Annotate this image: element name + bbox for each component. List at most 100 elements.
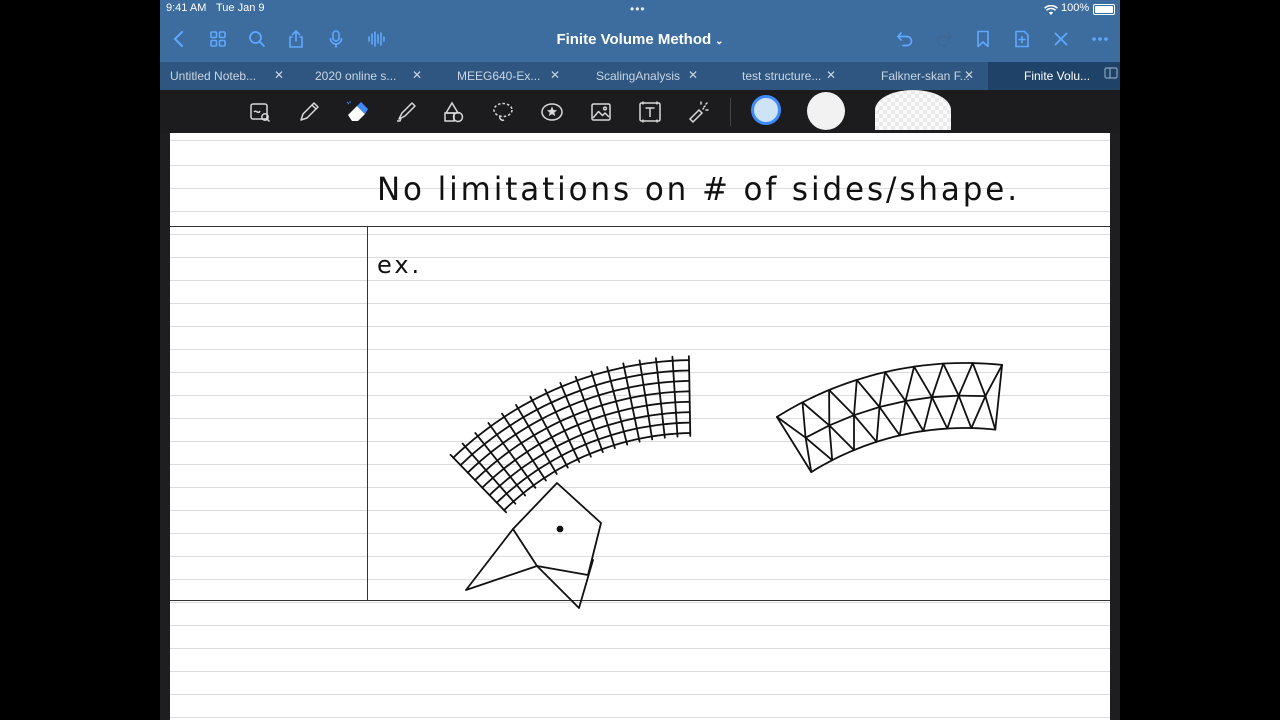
tab-test-structure[interactable]: test structure... ✕ <box>712 62 850 90</box>
microphone-icon[interactable] <box>325 28 347 50</box>
mesh-triangle-edge <box>878 406 901 437</box>
ipad-screen: 9:41 AM Tue Jan 9 ••• 100% Finite Volume… <box>160 0 1120 720</box>
tab-bar: Untitled Noteb... ✕ 2020 online s... ✕ M… <box>160 62 1120 90</box>
tab-label: Falkner-skan F... <box>881 69 970 83</box>
battery-icon <box>1093 4 1115 15</box>
mesh-triangle-edge <box>853 378 858 417</box>
mesh-triangle-edge <box>801 401 831 427</box>
mesh-triangle-edge <box>957 362 974 397</box>
mesh-triangle-edge <box>904 365 915 402</box>
tab-close-icon[interactable]: ✕ <box>550 68 560 82</box>
tab-label: test structure... <box>742 69 822 83</box>
mesh-triangle-edge <box>957 394 987 398</box>
more-icon[interactable] <box>1089 28 1111 50</box>
mesh-triangle-edge <box>931 396 949 430</box>
mesh-triangle-edge <box>898 400 907 437</box>
mesh-triangle-edge <box>828 424 834 462</box>
mesh-triangle-edge <box>904 396 933 402</box>
structured-quad-mesh-sketch <box>449 355 692 514</box>
image-icon[interactable] <box>588 99 614 125</box>
example-label: ex. <box>377 251 422 279</box>
tab-close-icon[interactable]: ✕ <box>412 68 422 82</box>
bookmark-icon[interactable] <box>972 28 994 50</box>
mesh-triangle-edge <box>957 394 973 430</box>
highlighter-icon[interactable] <box>393 99 419 125</box>
mesh-triangle-edge <box>971 362 987 398</box>
color-swatch-selected[interactable] <box>754 98 778 122</box>
tab-scaling-analysis[interactable]: ScalingAnalysis ✕ <box>574 62 712 90</box>
undo-icon[interactable] <box>894 28 916 50</box>
mesh-triangle-edge <box>904 400 925 432</box>
mesh-triangle-edge <box>853 406 881 417</box>
chevron-down-icon: ⌄ <box>715 36 724 47</box>
multitasking-dots[interactable]: ••• <box>630 2 646 16</box>
text-icon[interactable] <box>637 99 663 125</box>
document-title-text: Finite Volume Method <box>556 31 712 48</box>
mesh-triangle-edge <box>931 362 945 399</box>
redo-icon[interactable] <box>933 28 955 50</box>
mesh-grid-radial <box>688 355 692 437</box>
zoom-window-icon[interactable] <box>247 99 273 125</box>
tab-split-view-icon[interactable] <box>1104 67 1118 82</box>
add-page-icon[interactable] <box>1011 28 1033 50</box>
tab-untitled-notebook[interactable]: Untitled Noteb... ✕ <box>160 62 298 90</box>
search-icon[interactable] <box>246 28 268 50</box>
document-title[interactable]: Finite Volume Method ⌄ <box>540 31 740 48</box>
mesh-triangle-edge <box>855 378 881 408</box>
back-icon[interactable] <box>168 28 190 50</box>
mesh-triangle-edge <box>984 395 997 431</box>
polygon-cell-sketch <box>465 482 602 609</box>
heading-handwriting: No limitations on # of sides/shape. <box>377 170 1020 208</box>
audio-waveform-icon[interactable] <box>365 28 387 50</box>
laser-pointer-icon[interactable] <box>686 99 712 125</box>
mesh-triangle-edge <box>878 371 886 408</box>
mesh-triangle-edge <box>801 401 807 439</box>
sticker-icon[interactable] <box>539 99 565 125</box>
mesh-triangle-edge <box>884 371 907 402</box>
tab-close-icon[interactable]: ✕ <box>826 68 836 82</box>
mesh-triangle-edge <box>931 394 960 399</box>
share-icon[interactable] <box>285 28 307 50</box>
battery-percent: 100% <box>1061 2 1090 14</box>
tab-2020-online[interactable]: 2020 online s... ✕ <box>298 62 436 90</box>
close-icon[interactable] <box>1050 28 1072 50</box>
wifi-icon <box>1044 3 1058 21</box>
mesh-triangle-edge <box>878 400 907 408</box>
mesh-triangle-edge <box>942 362 960 397</box>
mesh-triangle-edge <box>970 395 987 430</box>
mesh-grid-radial <box>501 412 547 482</box>
mesh-triangle-edge <box>828 414 855 427</box>
pen-icon[interactable] <box>296 99 322 125</box>
handwritten-drawing: No limitations on # of sides/shape. ex. <box>377 170 1020 609</box>
drawing-toolbar <box>160 90 1120 133</box>
toolbar-divider <box>730 98 731 126</box>
mesh-triangle-edge <box>828 389 855 417</box>
mesh-triangle-edge <box>913 365 933 399</box>
status-time: 9:41 AM <box>166 2 207 14</box>
tab-label: ScalingAnalysis <box>596 69 681 83</box>
mesh-triangle-edge <box>946 394 960 430</box>
status-date: Tue Jan 9 <box>216 2 265 14</box>
stroke-width-swatch[interactable] <box>875 90 951 130</box>
tab-label: 2020 online s... <box>315 69 397 83</box>
tab-finite-volume[interactable]: Finite Volu... <box>988 62 1120 90</box>
eraser-icon[interactable] <box>344 99 370 125</box>
tab-falkner-skan[interactable]: Falkner-skan F... ✕ <box>850 62 988 90</box>
tab-close-icon[interactable]: ✕ <box>964 68 974 82</box>
navigation-bar: 9:41 AM Tue Jan 9 ••• 100% Finite Volume… <box>160 0 1120 62</box>
mesh-triangle-edge <box>875 406 881 443</box>
notebook-page[interactable]: No limitations on # of sides/shape. ex. <box>170 133 1110 720</box>
mesh-triangle-edge <box>853 414 878 443</box>
lasso-icon[interactable] <box>490 99 516 125</box>
shapes-icon[interactable] <box>441 99 467 125</box>
unstructured-triangle-mesh-sketch <box>776 362 1003 474</box>
tab-close-icon[interactable]: ✕ <box>688 68 698 82</box>
tab-close-icon[interactable]: ✕ <box>274 68 284 82</box>
color-swatch-white[interactable] <box>807 92 845 130</box>
grid-icon[interactable] <box>207 28 229 50</box>
tab-label: Untitled Noteb... <box>170 69 257 83</box>
tab-label: MEEG640-Ex... <box>457 69 541 83</box>
mesh-grid-arc <box>503 432 692 512</box>
tab-meeg640[interactable]: MEEG640-Ex... ✕ <box>436 62 574 90</box>
mesh-grid-radial <box>671 355 679 438</box>
